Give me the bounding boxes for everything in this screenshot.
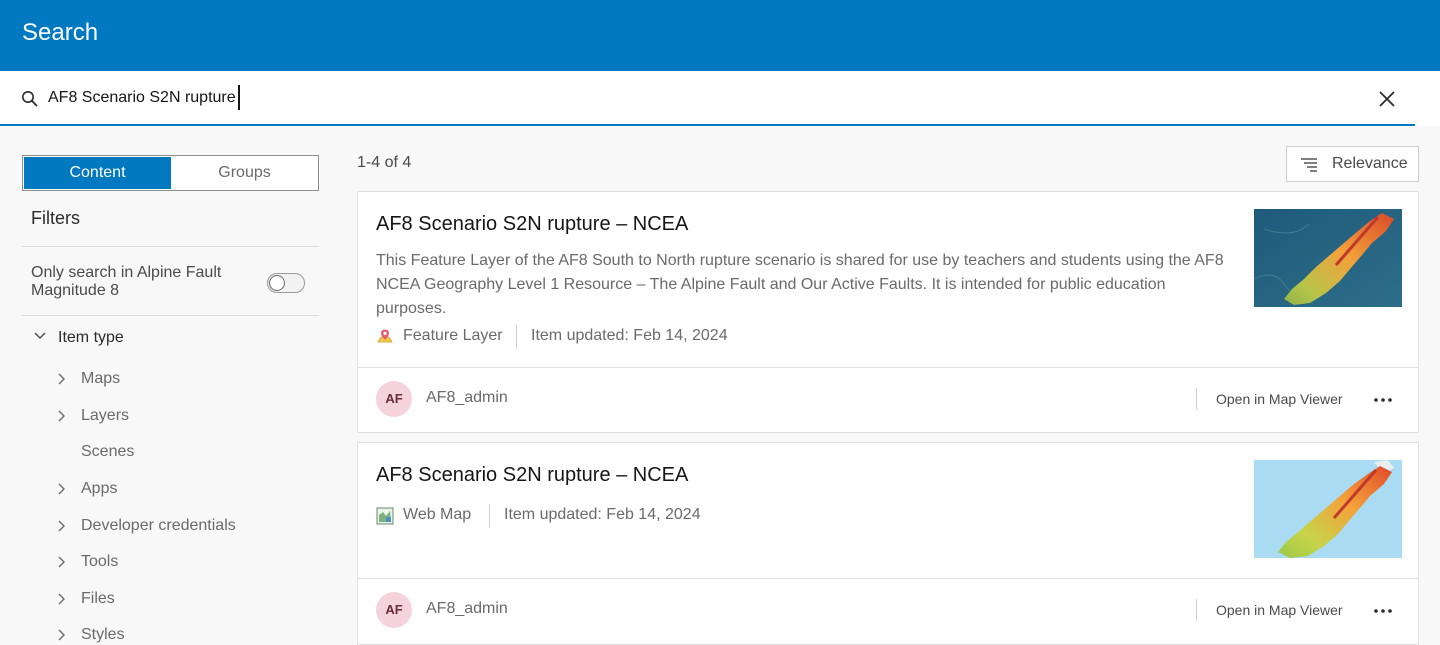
- result-updated: Item updated: Feb 14, 2024: [504, 506, 701, 523]
- item-type-label: Files: [81, 590, 115, 607]
- app-header: Search: [0, 0, 1440, 71]
- footer-separator: [1196, 388, 1197, 410]
- chevron-right-icon: [58, 410, 65, 422]
- item-type-label: Layers: [81, 407, 130, 424]
- text-cursor: [238, 85, 240, 110]
- search-underline: [0, 124, 1415, 126]
- item-type-toggle[interactable]: Item type: [32, 328, 124, 347]
- result-meta: Feature Layer Item updated: Feb 14, 2024: [376, 325, 796, 349]
- item-type-label: Tools: [81, 553, 119, 570]
- chevron-right-icon: [58, 629, 65, 641]
- chevron-down-icon: [34, 332, 46, 339]
- divider: [22, 246, 319, 247]
- result-thumbnail[interactable]: [1254, 209, 1402, 307]
- open-in-map-viewer-button[interactable]: Open in Map Viewer: [1216, 391, 1343, 407]
- item-type-label: Item type: [58, 329, 124, 346]
- more-options-icon[interactable]: [1372, 601, 1394, 621]
- thumbnail-image: [1254, 209, 1402, 307]
- result-meta: Web Map Item updated: Feb 14, 2024: [376, 504, 776, 528]
- item-type-label: Developer credentials: [81, 517, 236, 534]
- search-bar: [0, 71, 1440, 126]
- close-icon[interactable]: [1377, 89, 1397, 109]
- meta-separator: [516, 325, 517, 349]
- results-count: 1-4 of 4: [357, 154, 412, 171]
- result-title[interactable]: AF8 Scenario S2N rupture – NCEA: [376, 464, 688, 487]
- result-thumbnail[interactable]: [1254, 460, 1402, 558]
- open-in-map-viewer-button[interactable]: Open in Map Viewer: [1216, 602, 1343, 618]
- result-card: AF8 Scenario S2N rupture – NCEA This Fea…: [357, 191, 1419, 433]
- chevron-right-icon: [58, 520, 65, 532]
- avatar: AF: [376, 592, 412, 628]
- only-search-label: Only search in Alpine Fault Magnitude 8: [31, 264, 222, 299]
- only-search-switch[interactable]: [267, 273, 305, 293]
- filters-heading: Filters: [31, 208, 80, 228]
- tab-groups[interactable]: Groups: [172, 157, 317, 189]
- item-type-label: Scenes: [81, 443, 135, 460]
- result-type: Web Map: [403, 506, 472, 523]
- sort-icon: [1301, 158, 1317, 172]
- item-type-label: Apps: [81, 480, 118, 497]
- result-footer: AF AF8_admin Open in Map Viewer: [358, 367, 1418, 432]
- feature-layer-icon: [377, 329, 393, 343]
- result-updated: Item updated: Feb 14, 2024: [531, 327, 728, 344]
- footer-separator: [1196, 599, 1197, 621]
- page-title: Search: [22, 19, 99, 46]
- switch-knob: [269, 275, 285, 291]
- meta-separator: [489, 504, 490, 528]
- tab-content[interactable]: Content: [24, 157, 171, 189]
- sort-label: Relevance: [1332, 155, 1408, 172]
- chevron-right-icon: [58, 483, 65, 495]
- search-icon: [22, 91, 38, 107]
- more-options-icon[interactable]: [1372, 390, 1394, 410]
- content-groups-toggle: Content Groups: [22, 155, 319, 191]
- thumbnail-image: [1254, 460, 1402, 558]
- owner-link[interactable]: AF8_admin: [426, 600, 508, 618]
- result-footer: AF AF8_admin Open in Map Viewer: [358, 578, 1418, 643]
- item-type-label: Maps: [81, 370, 121, 387]
- result-type: Feature Layer: [403, 327, 503, 344]
- chevron-right-icon: [58, 593, 65, 605]
- result-card: AF8 Scenario S2N rupture – NCEA Web Map …: [357, 442, 1419, 645]
- result-description: This Feature Layer of the AF8 South to N…: [376, 252, 1224, 317]
- web-map-icon: [376, 507, 394, 525]
- owner-link[interactable]: AF8_admin: [426, 389, 508, 407]
- chevron-right-icon: [58, 556, 65, 568]
- item-type-label: Styles: [81, 626, 125, 643]
- avatar: AF: [376, 381, 412, 417]
- search-input[interactable]: [48, 84, 1348, 112]
- sort-relevance-button[interactable]: Relevance: [1286, 146, 1419, 182]
- chevron-right-icon: [58, 373, 65, 385]
- divider: [22, 315, 319, 316]
- result-title[interactable]: AF8 Scenario S2N rupture – NCEA: [376, 213, 688, 236]
